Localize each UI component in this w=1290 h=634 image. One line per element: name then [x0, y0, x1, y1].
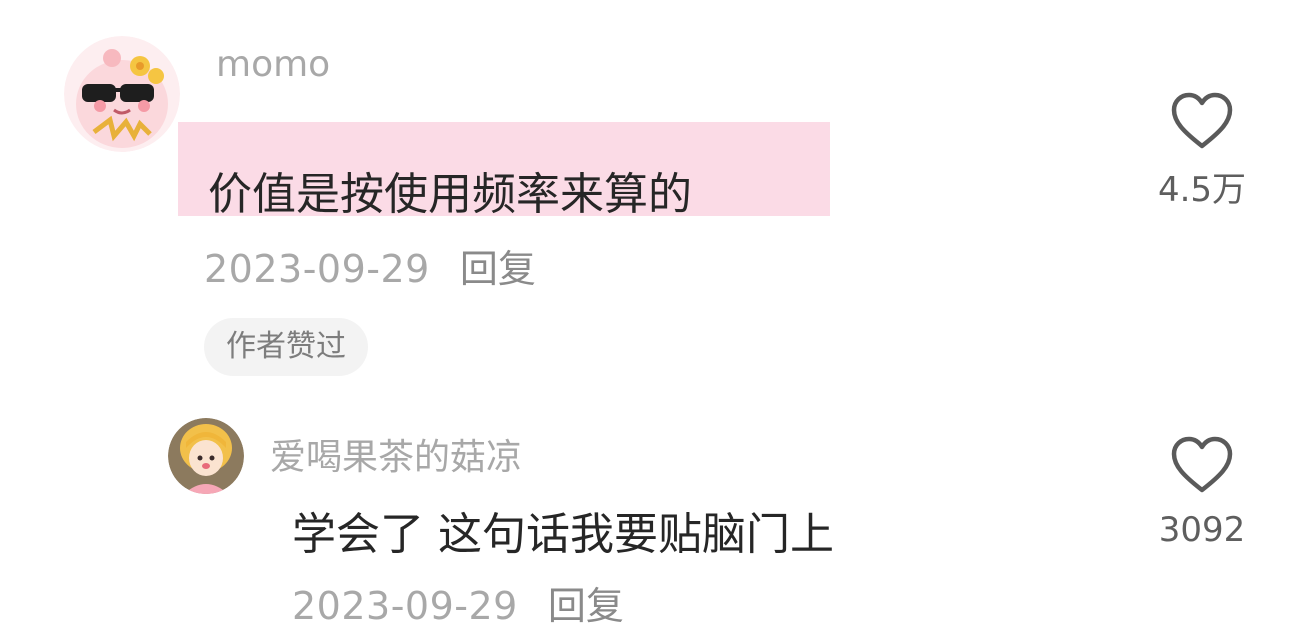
reply-username[interactable]: 爱喝果茶的菇凉	[270, 428, 522, 480]
comment-text: 价值是按使用频率来算的	[208, 169, 692, 220]
like-count: 4.5万	[1157, 170, 1247, 210]
reply-reply-button[interactable]: 回复	[548, 575, 624, 630]
reply-avatar[interactable]	[168, 418, 244, 494]
reply-like-count: 3092	[1158, 510, 1246, 550]
comment-meta: 2023-09-29 回复	[204, 238, 536, 293]
comment-date: 2023-09-29	[204, 247, 430, 291]
reply-text: 学会了 这句话我要贴脑门上	[292, 509, 834, 560]
heart-icon	[1171, 436, 1233, 493]
heart-icon	[1171, 92, 1233, 149]
avatar[interactable]	[64, 36, 180, 152]
like-button[interactable]: 4.5万	[1157, 92, 1247, 211]
fade-overlay	[1150, 558, 1260, 588]
reply-date: 2023-09-29	[292, 584, 518, 628]
cartoon-avatar-icon	[64, 36, 180, 152]
author-liked-badge: 作者赞过	[204, 318, 368, 376]
reply-meta: 2023-09-29 回复	[292, 575, 624, 630]
reply-like-button[interactable]: 3092	[1157, 436, 1247, 550]
reply-button[interactable]: 回复	[460, 238, 536, 293]
cartoon-girl-avatar-icon	[168, 418, 244, 494]
comment-username[interactable]: momo	[216, 44, 330, 85]
comment-thread: momo 价值是按使用频率来算的 2023-09-29 回复 作者赞过 4.5万…	[0, 0, 1290, 634]
